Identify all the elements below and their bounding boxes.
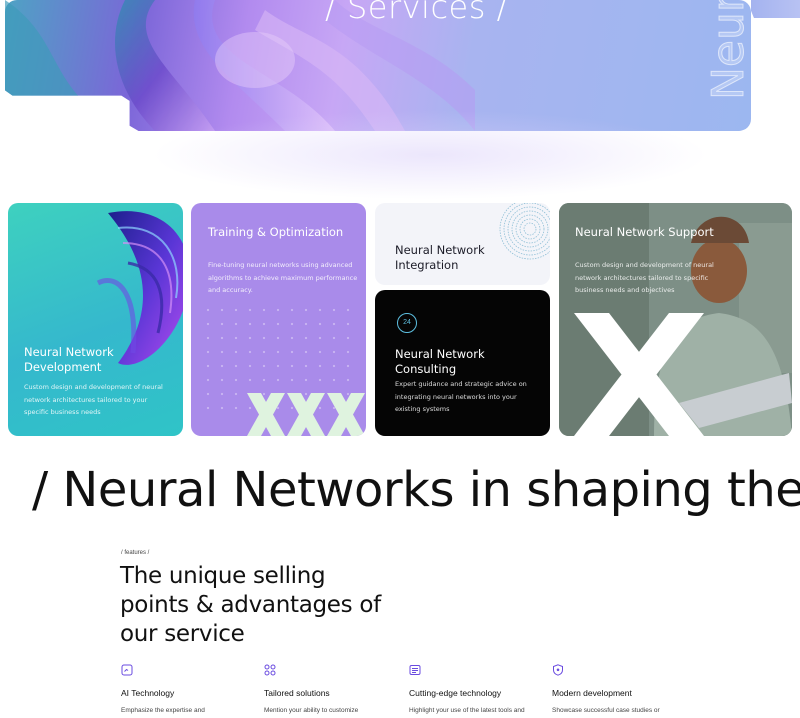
features-title: The unique selling points & advantages o… bbox=[120, 563, 381, 647]
features-eyebrow: / features / bbox=[121, 550, 150, 556]
feature-name: Tailored solutions bbox=[264, 688, 330, 698]
feature-description: Highlight your use of the latest tools a… bbox=[409, 707, 525, 714]
background-glow bbox=[150, 110, 710, 200]
service-card-training[interactable]: Training & Optimization Fine-tuning neur… bbox=[191, 203, 366, 436]
card-title: Neural Network Development bbox=[24, 345, 114, 374]
grid-circles-icon bbox=[264, 664, 276, 676]
card-description: Fine-tuning neural networks using advanc… bbox=[208, 261, 358, 294]
service-card-consulting[interactable]: 24 Neural Network Consulting Expert guid… bbox=[375, 290, 550, 436]
card-title: Neural Network Consulting bbox=[395, 347, 485, 376]
service-card-integration[interactable]: Neural Network Integration bbox=[375, 203, 550, 285]
service-card-development[interactable]: Neural Network Development Custom design… bbox=[8, 203, 183, 436]
feature-name: Cutting-edge technology bbox=[409, 688, 502, 698]
feature-tailored-solutions: Tailored solutions Mention your ability … bbox=[264, 664, 399, 714]
big-x-logo-icon bbox=[574, 313, 704, 436]
feature-cutting-edge-technology: Cutting-edge technology Highlight your u… bbox=[409, 664, 544, 714]
feature-name: AI Technology bbox=[121, 688, 175, 698]
card-description: Custom design and development of neural … bbox=[575, 261, 714, 294]
service-card-support[interactable]: Neural Network Support Custom design and… bbox=[559, 203, 792, 436]
feature-modern-development: Modern development Showcase successful c… bbox=[552, 664, 687, 714]
hero-corner-tab bbox=[751, 0, 800, 18]
card-title: Training & Optimization bbox=[208, 225, 344, 239]
xxx-decoration-icon bbox=[247, 393, 365, 436]
hero-side-outline-text: Neur bbox=[703, 0, 749, 100]
section-headline: / Neural Networks in shaping the bbox=[32, 462, 800, 518]
feature-ai-technology: AI Technology Emphasize the expertise an… bbox=[121, 664, 256, 714]
shield-check-icon bbox=[553, 664, 563, 676]
card-title: Neural Network Support bbox=[575, 225, 714, 239]
hero-title: / Services / bbox=[325, 0, 508, 26]
feature-description: Emphasize the expertise and bbox=[121, 707, 205, 714]
support-24-icon: 24 bbox=[397, 313, 417, 333]
card-title: Neural Network Integration bbox=[395, 243, 485, 272]
card-description: Custom design and development of neural … bbox=[24, 383, 163, 416]
chat-square-icon bbox=[121, 664, 133, 676]
document-list-icon bbox=[409, 665, 421, 675]
feature-description: Showcase successful case studies or bbox=[552, 707, 660, 714]
feature-name: Modern development bbox=[552, 688, 632, 698]
card-description: Expert guidance and strategic advice on … bbox=[395, 380, 527, 413]
feature-description: Mention your ability to customize bbox=[264, 707, 359, 714]
